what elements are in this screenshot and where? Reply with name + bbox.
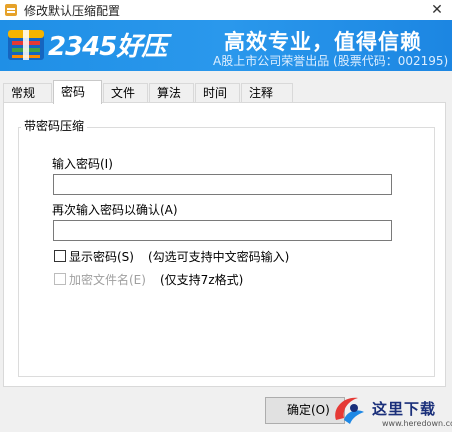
- watermark-logo-icon: [335, 397, 364, 424]
- encrypt-filenames-label: 加密文件名(E): [69, 273, 146, 287]
- watermark-url: www.heredown.com: [382, 419, 452, 428]
- tab-files[interactable]: 文件: [103, 83, 148, 103]
- brand-subtitle: A股上市公司荣誉出品 (股票代码：002195): [213, 54, 449, 68]
- password-label: 输入密码(I): [52, 157, 113, 171]
- show-password-note: (勾选可支持中文密码输入): [148, 250, 290, 264]
- encrypt-filenames-checkbox[interactable]: [54, 273, 66, 285]
- tab-time[interactable]: 时间: [195, 83, 240, 103]
- tab-panel-password: [3, 102, 446, 387]
- brand-name: 2345好压: [48, 32, 167, 62]
- window-title: 修改默认压缩配置: [24, 4, 121, 18]
- tab-general[interactable]: 常规: [3, 83, 52, 103]
- show-password-label[interactable]: 显示密码(S): [69, 248, 134, 265]
- watermark-text: 这里下载: [372, 400, 437, 418]
- encrypt-filenames-note: (仅支持7z格式): [160, 273, 244, 287]
- brand-banner: 2345好压 高效专业，值得信赖 A股上市公司荣誉出品 (股票代码：002195…: [0, 20, 452, 71]
- compress-box-icon: [8, 30, 44, 60]
- password-group-title: 带密码压缩: [21, 117, 88, 134]
- site-watermark: 这里下载 www.heredown.com: [320, 384, 452, 432]
- tab-algorithm[interactable]: 算法: [149, 83, 194, 103]
- close-button[interactable]: ✕: [422, 0, 452, 20]
- title-bar: 修改默认压缩配置 ✕: [0, 0, 452, 20]
- tab-password[interactable]: 密码: [53, 80, 102, 104]
- tab-comment[interactable]: 注释: [241, 83, 293, 103]
- confirm-password-input[interactable]: [53, 220, 392, 241]
- confirm-password-label: 再次输入密码以确认(A): [52, 203, 178, 217]
- password-input[interactable]: [53, 174, 392, 195]
- app-icon: [5, 4, 17, 16]
- show-password-checkbox[interactable]: [54, 250, 66, 262]
